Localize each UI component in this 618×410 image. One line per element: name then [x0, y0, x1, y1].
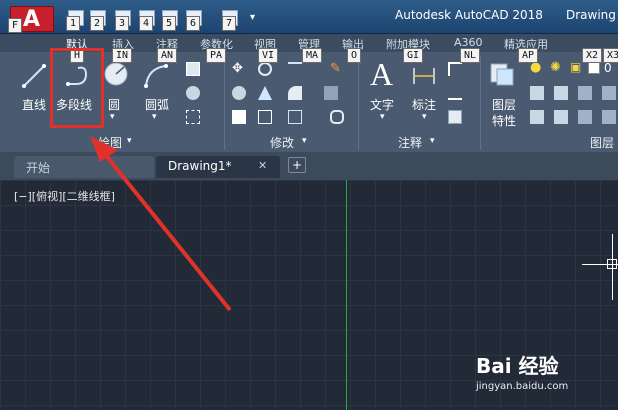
stretch-icon[interactable] — [232, 110, 246, 124]
erase-icon[interactable]: ✎ — [330, 62, 344, 76]
offset-icon[interactable] — [330, 110, 344, 124]
watermark-url: jingyan.baidu.com — [476, 381, 569, 392]
arc-icon — [144, 64, 168, 88]
layer-tool-7-icon[interactable] — [578, 110, 592, 124]
keytip-addins: GI — [403, 48, 424, 63]
close-tab-icon[interactable]: ✕ — [258, 159, 267, 172]
panel-divider — [480, 56, 481, 150]
explode-icon[interactable] — [288, 110, 302, 124]
keytip-qat-3: 3 — [115, 16, 130, 31]
line-icon — [22, 64, 46, 88]
keytip-x2: X2 — [582, 48, 603, 63]
annotation-panel-expand-icon[interactable]: ▾ — [430, 136, 435, 146]
layer-tool-8-icon[interactable] — [602, 110, 616, 124]
keytip-qat-2: 2 — [90, 16, 105, 31]
rotate-icon[interactable] — [258, 62, 272, 76]
boundary-icon[interactable] — [186, 110, 200, 124]
viewport-controls-label[interactable]: [−][俯视][二维线框] — [14, 188, 115, 204]
layer-tool-3-icon[interactable] — [578, 86, 592, 100]
panel-divider — [224, 56, 225, 150]
draw-panel-title[interactable]: 绘图 — [98, 134, 122, 151]
keytip-annotate: AN — [157, 48, 178, 63]
sun-icon[interactable]: ✺ — [550, 60, 561, 75]
qat-dropdown-icon[interactable]: ▾ — [250, 12, 255, 23]
keytip-qat-1: 1 — [66, 16, 81, 31]
modify-panel-title[interactable]: 修改 — [270, 134, 294, 151]
keytip-qat-5: 5 — [162, 16, 177, 31]
keytip-featured-apps: AP — [518, 48, 539, 63]
keytip-insert: IN — [112, 48, 133, 63]
dimension-icon — [413, 68, 435, 84]
layer-properties-label-2[interactable]: 特性 — [492, 112, 516, 129]
keytip-app: F — [8, 18, 23, 33]
leader-icon[interactable] — [448, 62, 462, 76]
copy-icon[interactable] — [232, 86, 246, 100]
modify-panel-expand-icon[interactable]: ▾ — [302, 136, 307, 146]
keytip-output: O — [347, 48, 362, 63]
multileader-icon[interactable] — [448, 86, 462, 100]
keytip-parametric: PA — [206, 48, 227, 63]
layer-tool-5-icon[interactable] — [530, 110, 544, 124]
document-title: Drawing — [566, 8, 616, 22]
circle-tool-label[interactable]: 圆 — [108, 96, 120, 113]
layer-color-swatch[interactable] — [588, 62, 600, 74]
layers-panel-title[interactable]: 图层 — [590, 134, 614, 151]
current-layer-value[interactable]: 0 — [604, 61, 612, 75]
panel-divider — [358, 56, 359, 150]
draw-panel-expand-icon[interactable]: ▾ — [127, 136, 132, 146]
array-icon[interactable] — [324, 86, 338, 100]
lock-icon[interactable]: ▣ — [570, 60, 581, 74]
keytip-qat-4: 4 — [139, 16, 154, 31]
layer-properties-icon — [490, 63, 514, 86]
keytip-a360: NL — [460, 48, 481, 63]
ucs-y-axis — [346, 180, 347, 410]
autocad-logo-icon: A — [23, 7, 41, 32]
baidu-watermark: Bai 经验 jingyan.baidu.com — [476, 350, 568, 392]
annotation-panel-title[interactable]: 注释 — [398, 134, 422, 151]
mirror-icon[interactable] — [258, 86, 272, 100]
layer-tool-4-icon[interactable] — [602, 86, 616, 100]
text-tool-label[interactable]: 文字 — [370, 96, 394, 113]
fillet-icon[interactable] — [288, 86, 302, 100]
file-tab-bar: 开始 Drawing1* ✕ + — [0, 152, 618, 180]
trim-icon[interactable] — [288, 62, 302, 76]
move-icon[interactable]: ✥ — [232, 62, 246, 76]
polyline-highlight-box — [50, 48, 104, 128]
title-bar: A F 1 2 3 4 5 6 7 ▾ Autodesk AutoCAD 201… — [0, 0, 618, 34]
layer-properties-label-1[interactable]: 图层 — [492, 96, 516, 113]
scale-icon[interactable] — [258, 110, 272, 124]
watermark-main: Bai 经验 — [476, 354, 559, 378]
circle-dropdown-icon[interactable]: ▾ — [110, 112, 115, 122]
rectangle-icon[interactable] — [186, 62, 200, 76]
layer-tool-1-icon[interactable] — [530, 86, 544, 100]
layer-tool-6-icon[interactable] — [554, 110, 568, 124]
keytip-view: VI — [258, 48, 279, 63]
start-tab[interactable]: 开始 — [14, 156, 154, 178]
keytip-x3: X3 — [603, 48, 618, 63]
keytip-qat-6: 6 — [186, 16, 201, 31]
layer-tool-2-icon[interactable] — [554, 86, 568, 100]
keytip-manage: MA — [302, 48, 323, 63]
text-icon: A — [370, 56, 394, 92]
dimension-tool-label[interactable]: 标注 — [412, 96, 436, 113]
line-tool-label[interactable]: 直线 — [22, 96, 46, 113]
hatch-icon[interactable] — [186, 86, 200, 100]
text-dropdown-icon[interactable]: ▾ — [380, 112, 385, 122]
new-tab-plus-icon[interactable]: + — [288, 157, 306, 173]
table-icon[interactable] — [448, 110, 462, 124]
arc-tool-label[interactable]: 圆弧 — [145, 96, 169, 113]
dimension-dropdown-icon[interactable]: ▾ — [422, 112, 427, 122]
crosshair-pickbox — [607, 259, 617, 269]
app-title: Autodesk AutoCAD 2018 — [395, 8, 543, 22]
arc-dropdown-icon[interactable]: ▾ — [152, 112, 157, 122]
keytip-qat-7: 7 — [222, 16, 237, 31]
circle-icon — [104, 62, 128, 86]
